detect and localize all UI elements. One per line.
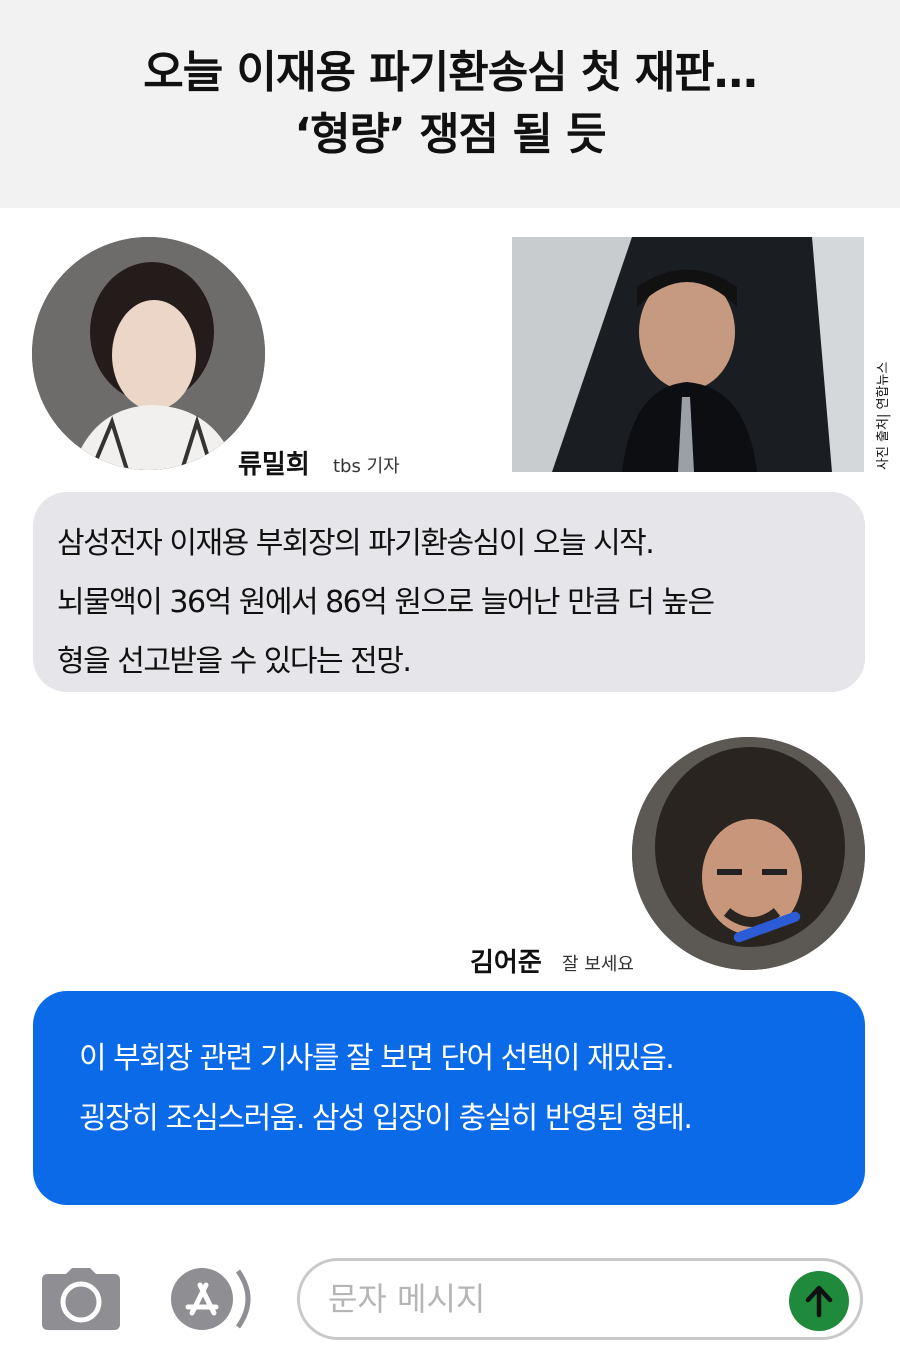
message1-line: 형을 선고받을 수 있다는 전망. [57, 644, 412, 679]
message-bubble-received: 삼성전자 이재용 부회장의 파기환송심이 오늘 시작. 뇌물액이 36억 원에서… [33, 492, 865, 692]
title-line-1: 오늘 이재용 파기환송심 첫 재판… [143, 47, 758, 98]
speaker1-name: 류밀희 [238, 450, 310, 480]
message1-line: 삼성전자 이재용 부회장의 파기환송심이 오늘 시작. [57, 526, 655, 561]
host-avatar [632, 737, 865, 970]
reporter-avatar-icon [32, 237, 265, 470]
message2-line: 굉장히 조심스러움. 삼성 입장이 충실히 반영된 형태. [79, 1101, 693, 1136]
message-bubble-sent: 이 부회장 관련 기사를 잘 보면 단어 선택이 재밌음. 굉장히 조심스러움.… [33, 991, 865, 1205]
speaker2-name: 김어준 [470, 948, 542, 978]
photo-credit: 사진 출처| 연합뉴스 [876, 361, 891, 470]
header: 오늘 이재용 파기환송심 첫 재판… ‘형량’ 쟁점 될 듯 [0, 0, 900, 208]
message1-line: 뇌물액이 36억 원에서 86억 원으로 늘어난 만큼 더 높은 [57, 585, 715, 620]
camera-icon [42, 1268, 120, 1330]
message-input[interactable] [328, 1275, 768, 1323]
reporter-avatar [32, 237, 265, 470]
host-avatar-icon [632, 737, 865, 970]
appstore-button[interactable] [170, 1267, 254, 1331]
appstore-icon [171, 1268, 251, 1330]
message-input-box[interactable] [297, 1258, 863, 1340]
news-photo-icon [512, 237, 864, 472]
camera-button[interactable] [42, 1268, 120, 1330]
news-photo [512, 237, 864, 472]
send-button[interactable] [789, 1271, 849, 1331]
send-arrow-icon [805, 1285, 833, 1318]
speaker1-role: tbs 기자 [333, 456, 400, 477]
title-line-2: ‘형량’ 쟁점 될 듯 [294, 109, 606, 160]
message2-line: 이 부회장 관련 기사를 잘 보면 단어 선택이 재밌음. [79, 1041, 675, 1076]
speaker2-role: 잘 보세요 [562, 954, 634, 975]
